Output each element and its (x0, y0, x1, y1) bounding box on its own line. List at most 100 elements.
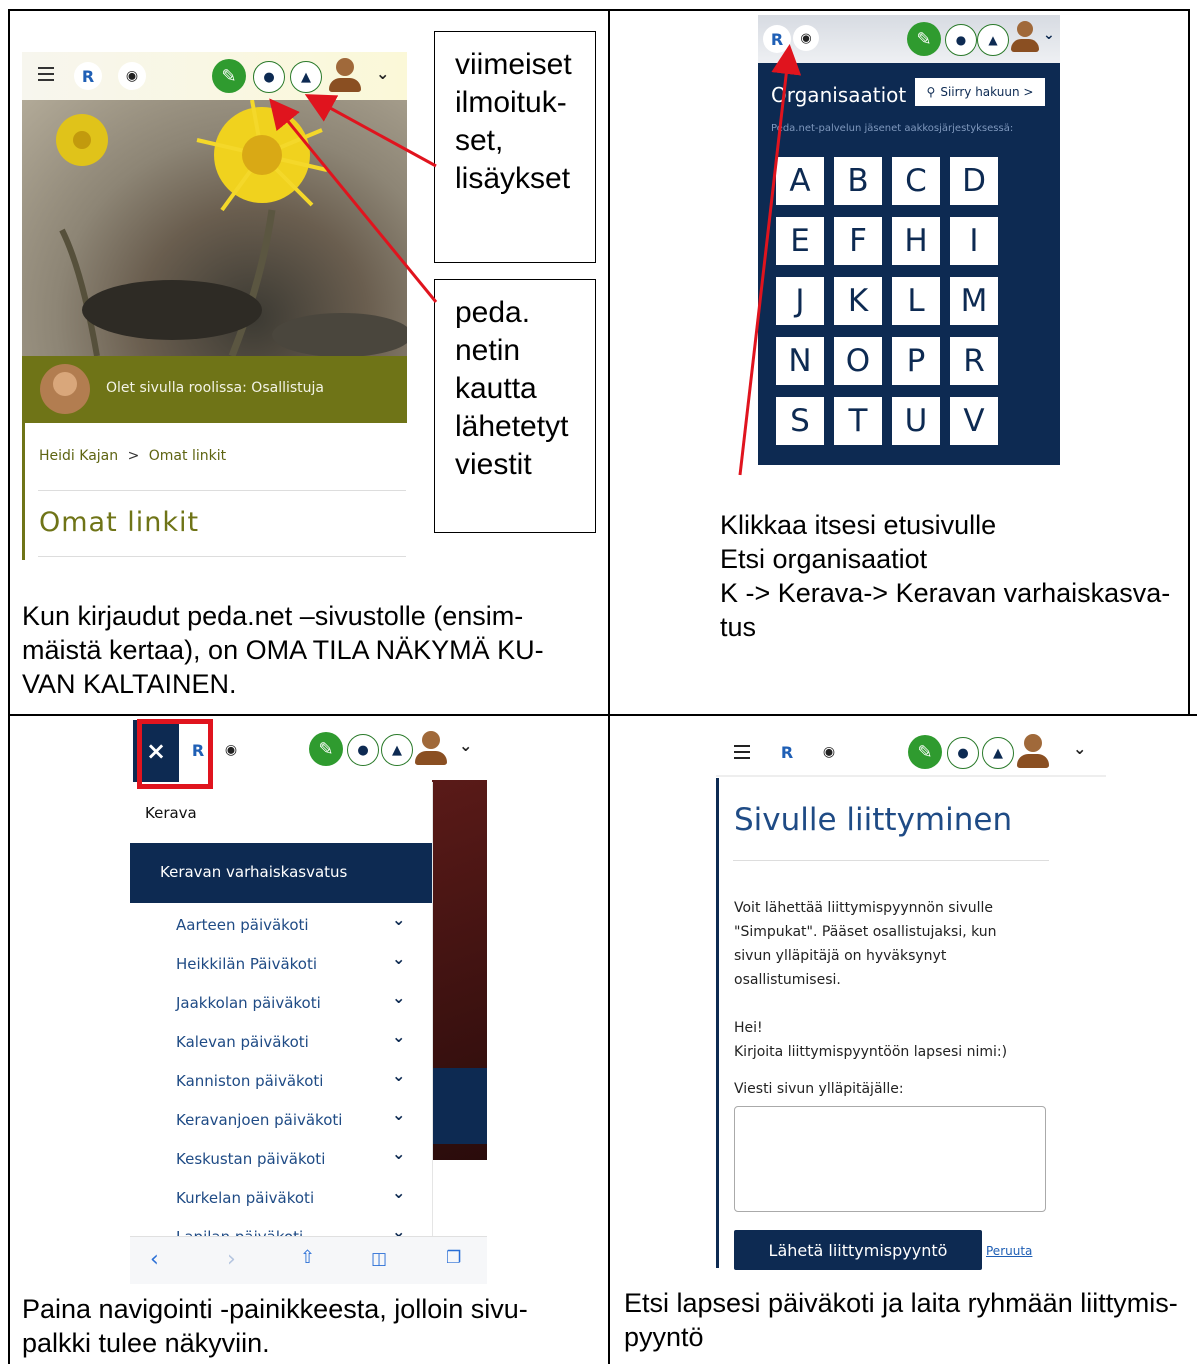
back-icon[interactable]: ‹ (150, 1247, 159, 1272)
letter-button[interactable]: I (950, 217, 998, 265)
avatar-icon[interactable] (1016, 734, 1050, 770)
expand-chevron-icon[interactable]: ⌄ (392, 988, 405, 1007)
pen-icon[interactable]: ✎ (309, 732, 343, 766)
intro-text: Voit lähettää liittymispyynnön sivulle "… (734, 896, 997, 992)
chat-bubble-icon[interactable]: ● (947, 737, 979, 769)
sidebar-item[interactable]: Aarteen päiväkoti ⌄ (130, 910, 432, 946)
arrow-to-bell (304, 94, 437, 168)
sidebar-item-label: Heikkilän Päiväkoti (176, 955, 318, 973)
sidebar-item[interactable]: Kurkelan päiväkoti ⌄ (130, 1183, 432, 1219)
message-label: Viesti sivun ylläpitäjälle: (734, 1081, 904, 1097)
chevron-down-icon[interactable]: ⌄ (1073, 739, 1086, 758)
caption-panel1: Kun kirjaudut peda.net –sivustolle (ensi… (22, 599, 602, 701)
toolbar-divider (716, 775, 1106, 777)
expand-chevron-icon[interactable]: ⌄ (392, 1105, 405, 1124)
forward-icon[interactable]: › (227, 1247, 236, 1272)
letter-button[interactable]: R (950, 337, 998, 385)
letter-button[interactable]: F (834, 217, 882, 265)
caption-line: Paina navigointi -painikkeesta, jolloin … (22, 1294, 528, 1324)
letter-button[interactable]: T (834, 397, 882, 445)
letter-button[interactable]: K (834, 277, 882, 325)
pen-icon[interactable]: ✎ (908, 735, 942, 769)
sidebar-item[interactable]: Kalevan päiväkoti ⌄ (130, 1027, 432, 1063)
chat-bubble-icon[interactable]: ● (945, 24, 977, 56)
sidebar-item-label: Kanniston päiväkoti (176, 1072, 324, 1090)
expand-chevron-icon[interactable]: ⌄ (392, 1027, 405, 1046)
join-screenshot: R ◉ ✎ ● ▲ ⌄ Sivulle liittyminen Voit läh… (716, 718, 1106, 1271)
avatar-icon[interactable] (1010, 21, 1040, 55)
sidebar-item[interactable]: Keskustan päiväkoti ⌄ (130, 1144, 432, 1180)
caption-line: VAN KALTAINEN. (22, 669, 237, 699)
expand-chevron-icon[interactable]: ⌄ (392, 1066, 405, 1085)
submit-join-label: Lähetä liittymispyyntö (768, 1240, 948, 1260)
book-icon[interactable]: ◫ (371, 1249, 387, 1269)
search-redirect-button[interactable]: ⚲ Siirry hakuun > (915, 78, 1045, 106)
user-search-icon[interactable]: ◉ (816, 739, 842, 765)
sidebar-breadcrumb[interactable]: Kerava (145, 804, 197, 822)
caption-line: Kun kirjaudut peda.net –sivustolle (ensi… (22, 601, 524, 631)
sidebar-item-active-label: Keravan varhaiskasvatus (160, 863, 348, 881)
letter-button[interactable]: H (892, 217, 940, 265)
hamburger-icon[interactable] (734, 745, 750, 759)
sidebar-item-label: Keravanjoen päiväkoti (176, 1111, 343, 1129)
expand-chevron-icon[interactable]: ⌄ (392, 1144, 405, 1163)
letter-button[interactable]: P (892, 337, 940, 385)
search-redirect-label: Siirry hakuun > (940, 85, 1034, 99)
bell-icon[interactable]: ▲ (982, 737, 1014, 769)
caption-line: tus (720, 612, 757, 642)
cancel-link[interactable]: Peruuta (986, 1244, 1032, 1258)
pen-icon[interactable]: ✎ (907, 22, 941, 56)
sidebar-item-label: Jaakkolan päiväkoti (176, 994, 321, 1012)
expand-chevron-icon[interactable]: ⌄ (392, 1183, 405, 1202)
sidebar-item[interactable]: Keravanjoen päiväkoti ⌄ (130, 1105, 432, 1141)
avatar-icon[interactable] (414, 731, 448, 767)
letter-button[interactable]: B (834, 157, 882, 205)
tabs-icon[interactable]: ❐ (446, 1248, 461, 1268)
letter-button[interactable]: M (950, 277, 998, 325)
caption-line: mäistä kertaa), on OMA TILA NÄKYMÄ KU- (22, 635, 544, 665)
share-icon[interactable]: ⇧ (300, 1247, 315, 1268)
caption-line: pyyntö (624, 1322, 704, 1352)
letter-button[interactable]: O (834, 337, 882, 385)
expand-chevron-icon[interactable]: ⌄ (392, 910, 405, 929)
peda-logo-icon[interactable]: R (773, 738, 801, 766)
page-title: Sivulle liittyminen (734, 802, 1013, 838)
annotation-arrows-panel1 (269, 94, 438, 303)
sidebar-item-label: Keskustan päiväkoti (176, 1150, 326, 1168)
letter-button[interactable]: C (892, 157, 940, 205)
caption-panel2: Klikkaa itsesi etusivulle Etsi organisaa… (720, 508, 1185, 644)
background-page-strip (432, 1068, 487, 1144)
intro-line: sivun ylläpitäjä on hyväksynyt (734, 948, 947, 964)
bell-icon[interactable]: ▲ (381, 734, 413, 766)
arrow-to-chat (269, 98, 438, 303)
greeting-line: Hei! (734, 1020, 763, 1036)
message-textarea[interactable] (734, 1106, 1046, 1212)
annotation-arrow-panel2 (738, 44, 802, 476)
user-search-icon[interactable]: ◉ (218, 737, 244, 763)
chevron-down-icon[interactable]: ⌄ (459, 736, 472, 755)
letter-button[interactable]: U (892, 397, 940, 445)
caption-line: Klikkaa itsesi etusivulle (720, 510, 997, 540)
letter-button[interactable]: D (950, 157, 998, 205)
caption-line: palkki tulee näkyviin. (22, 1328, 270, 1358)
sidebar-item[interactable]: Heikkilän Päiväkoti ⌄ (130, 949, 432, 985)
sidebar-item-active[interactable]: Keravan varhaiskasvatus (130, 843, 432, 903)
sidebar-item[interactable]: Jaakkolan päiväkoti ⌄ (130, 988, 432, 1024)
expand-chevron-icon[interactable]: ⌄ (392, 949, 405, 968)
sidebar-item-label: Aarteen päiväkoti (176, 916, 309, 934)
chevron-down-icon[interactable]: ⌄ (1043, 27, 1055, 43)
submit-join-button[interactable]: Lähetä liittymispyyntö (734, 1230, 982, 1270)
letter-button[interactable]: L (892, 277, 940, 325)
intro-line: "Simpukat". Pääset osallistujaksi, kun (734, 924, 997, 940)
bell-icon[interactable]: ▲ (977, 24, 1009, 56)
sidebar-item-label: Kurkelan päiväkoti (176, 1189, 315, 1207)
caption-panel3: Paina navigointi -painikkeesta, jolloin … (22, 1292, 602, 1360)
sidebar-item[interactable]: Kanniston päiväkoti ⌄ (130, 1066, 432, 1102)
sidebar-item-label: Kalevan päiväkoti (176, 1033, 309, 1051)
table-divider-horizontal (8, 714, 1197, 716)
caption-line: Etsi lapsesi päiväkoti ja laita ryhmään … (624, 1288, 1178, 1318)
caption-line: K -> Kerava-> Keravan varhaiskasva- (720, 578, 1171, 608)
caption-panel4: Etsi lapsesi päiväkoti ja laita ryhmään … (624, 1286, 1189, 1354)
chat-bubble-icon[interactable]: ● (347, 734, 379, 766)
letter-button[interactable]: V (950, 397, 998, 445)
